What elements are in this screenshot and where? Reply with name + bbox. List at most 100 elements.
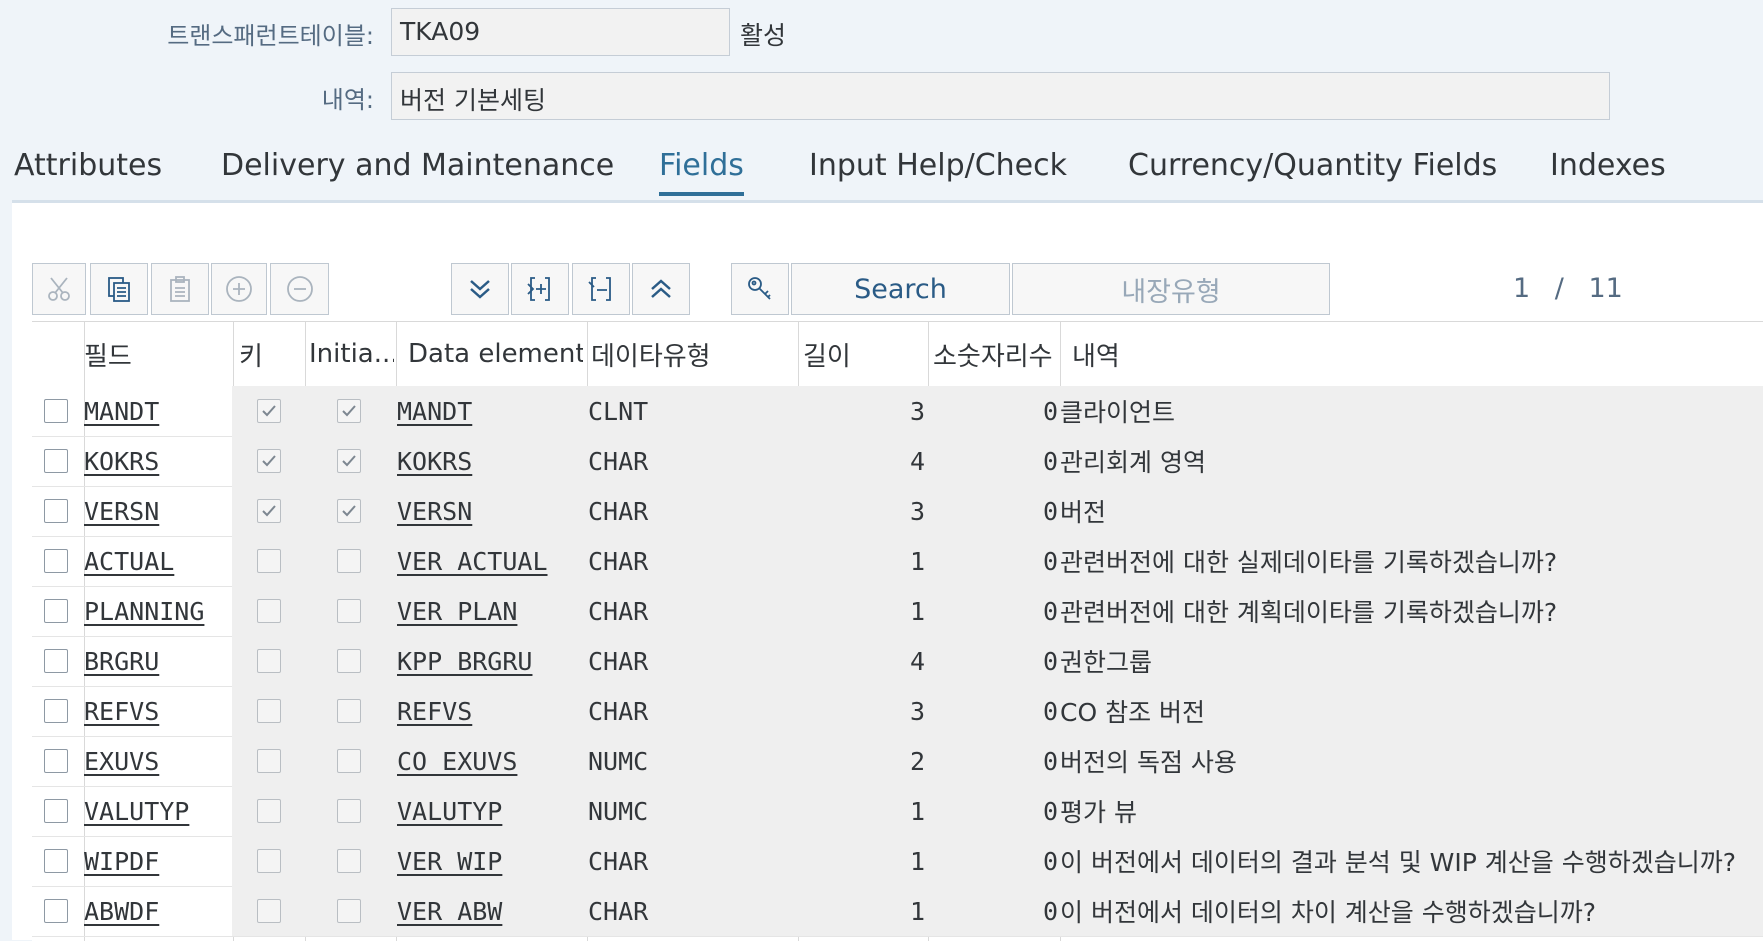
- data-element-link[interactable]: VER_ACTUAL: [397, 536, 548, 586]
- field-name-link[interactable]: VERSN: [84, 486, 159, 536]
- table-row[interactable]: WIPDF VER_WIP CHAR 1 0 이 버전에서 데이터의 결과 분석 및 WI…: [32, 836, 1763, 887]
- initial-values-checkbox: [337, 699, 361, 723]
- row-select-checkbox[interactable]: [44, 649, 68, 673]
- description-field[interactable]: 버전 기본세팅: [391, 72, 1610, 120]
- remove-icon: [588, 277, 611, 301]
- table-row[interactable]: PLANNING VER_PLAN CHAR 1 0 관련버전에 대한 계획데이타를 기록…: [32, 586, 1763, 637]
- key-fields-button[interactable]: [731, 263, 789, 315]
- row-select-checkbox[interactable]: [44, 749, 68, 773]
- column-header-decimals[interactable]: 소숫자리수: [933, 322, 1063, 386]
- search-button[interactable]: Search: [791, 263, 1010, 315]
- field-name-link[interactable]: WIPDF: [84, 836, 159, 886]
- field-name-link[interactable]: KOKRS: [84, 436, 159, 486]
- table-row[interactable]: ACTUAL VER_ACTUAL CHAR 1 0 관련버전에 대한 실제데이타를 기록…: [32, 536, 1763, 587]
- field-name-link[interactable]: ACTUAL: [84, 536, 174, 586]
- tab-input-help-check[interactable]: Input Help/Check: [809, 148, 1067, 183]
- cut-button[interactable]: [32, 263, 86, 315]
- row-select-checkbox[interactable]: [44, 549, 68, 573]
- description-cell: 관리회계 영역: [1060, 448, 1206, 477]
- field-name-link[interactable]: VALUTYP: [84, 786, 189, 836]
- tab-attributes[interactable]: Attributes: [14, 148, 162, 183]
- decimals-cell: 0: [1042, 396, 1058, 426]
- initial-values-checkbox: [337, 549, 361, 573]
- column-header-data-type[interactable]: 데이타유형: [591, 322, 791, 386]
- initial-values-checkbox: [337, 749, 361, 773]
- minus-circle-icon: [286, 276, 313, 302]
- key-checkbox: [257, 499, 281, 523]
- decimals-cell: 0: [1042, 746, 1058, 776]
- table-row[interactable]: REFVS REFVS CHAR 3 0 CO 참조 버전: [32, 686, 1763, 737]
- clipboard-icon: [170, 276, 190, 302]
- description-cell: 이 버전에서 데이터의 결과 분석 및 WIP 계산을 수행하겠습니까?: [1060, 848, 1737, 877]
- data-element-link[interactable]: VER_WIP: [397, 836, 502, 886]
- insert-structure-button[interactable]: [511, 263, 569, 315]
- initial-values-checkbox: [337, 499, 361, 523]
- data-element-link[interactable]: VERSN: [397, 486, 472, 536]
- field-name-link[interactable]: BRGRU: [84, 636, 159, 686]
- data-type-cell: NUMC: [588, 746, 649, 776]
- table-row[interactable]: EXUVS CO_EXUVS NUMC 2 0 버전의 독점 사용: [32, 736, 1763, 787]
- data-element-link[interactable]: KOKRS: [397, 436, 472, 486]
- table-row[interactable]: BRGRU KPP_BRGRU CHAR 4 0 권한그룹: [32, 636, 1763, 687]
- row-select-checkbox[interactable]: [44, 499, 68, 523]
- table-row[interactable]: VERSN VERSN CHAR 3 0 버전: [32, 486, 1763, 537]
- scroll-top-button[interactable]: [632, 263, 690, 315]
- scroll-bottom-button[interactable]: [451, 263, 509, 315]
- tab-currency-quantity-fields[interactable]: Currency/Quantity Fields: [1128, 148, 1497, 183]
- field-name-link[interactable]: PLANNING: [84, 586, 204, 636]
- field-name-link[interactable]: REFVS: [84, 686, 159, 736]
- delete-row-button[interactable]: [270, 263, 329, 315]
- column-header-length[interactable]: 길이: [803, 322, 913, 386]
- copy-button[interactable]: [90, 263, 148, 315]
- data-element-link[interactable]: VALUTYP: [397, 786, 502, 836]
- table-row[interactable]: MANDT MANDT CLNT 3 0 클라이언트: [32, 386, 1763, 437]
- length-cell: 1: [909, 896, 925, 926]
- row-select-checkbox[interactable]: [44, 699, 68, 723]
- page-total: 11: [1588, 273, 1623, 304]
- tab-fields[interactable]: Fields: [659, 148, 744, 196]
- description-cell: 클라이언트: [1060, 398, 1176, 427]
- data-element-link[interactable]: VER_ABW: [397, 886, 502, 936]
- field-name-link[interactable]: MANDT: [84, 386, 159, 436]
- row-select-checkbox[interactable]: [44, 899, 68, 923]
- row-select-checkbox[interactable]: [44, 849, 68, 873]
- initial-values-checkbox: [337, 849, 361, 873]
- data-type-cell: CHAR: [588, 496, 649, 526]
- initial-values-checkbox: [337, 399, 361, 423]
- table-row[interactable]: VALUTYP VALUTYP NUMC 1 0 평가 뷰: [32, 786, 1763, 837]
- data-element-link[interactable]: VER_PLAN: [397, 586, 517, 636]
- copy-icon: [108, 277, 130, 302]
- field-name-link[interactable]: EXUVS: [84, 736, 159, 786]
- length-cell: 1: [909, 596, 925, 626]
- length-cell: 4: [909, 646, 925, 676]
- column-header-description[interactable]: 내역: [1072, 322, 1372, 386]
- description-cell: 관련버전에 대한 실제데이타를 기록하겠습니까?: [1060, 548, 1558, 577]
- field-name-link[interactable]: ABWDF: [84, 886, 159, 936]
- table-name-field[interactable]: TKA09: [391, 8, 730, 56]
- column-header-field[interactable]: 필드: [84, 322, 234, 386]
- data-type-cell: CHAR: [588, 696, 649, 726]
- data-element-link[interactable]: CO_EXUVS: [397, 736, 517, 786]
- column-header-initial[interactable]: Initia...: [309, 322, 394, 386]
- row-select-checkbox[interactable]: [44, 449, 68, 473]
- decimals-cell: 0: [1042, 796, 1058, 826]
- data-type-cell: CHAR: [588, 846, 649, 876]
- builtin-type-button[interactable]: 내장유형: [1012, 263, 1330, 315]
- row-select-checkbox[interactable]: [44, 599, 68, 623]
- column-header-key[interactable]: 키: [239, 322, 299, 386]
- table-name-label: 트랜스패런트테이블:: [167, 22, 374, 50]
- tab-indexes[interactable]: Indexes: [1550, 148, 1666, 183]
- table-row[interactable]: ABWDF VER_ABW CHAR 1 0 이 버전에서 데이터의 차이 계산을 수행하…: [32, 886, 1763, 937]
- remove-structure-button[interactable]: [572, 263, 630, 315]
- insert-row-button[interactable]: [211, 263, 267, 315]
- data-element-link[interactable]: KPP_BRGRU: [397, 636, 532, 686]
- data-element-link[interactable]: REFVS: [397, 686, 472, 736]
- column-header-data-element[interactable]: Data element: [408, 322, 583, 386]
- row-select-checkbox[interactable]: [44, 799, 68, 823]
- row-select-checkbox[interactable]: [44, 399, 68, 423]
- builtin-type-button-label: 내장유형: [1121, 276, 1221, 308]
- tab-delivery-maintenance[interactable]: Delivery and Maintenance: [221, 148, 614, 183]
- paste-button[interactable]: [151, 263, 209, 315]
- data-element-link[interactable]: MANDT: [397, 386, 472, 436]
- table-row[interactable]: KOKRS KOKRS CHAR 4 0 관리회계 영역: [32, 436, 1763, 487]
